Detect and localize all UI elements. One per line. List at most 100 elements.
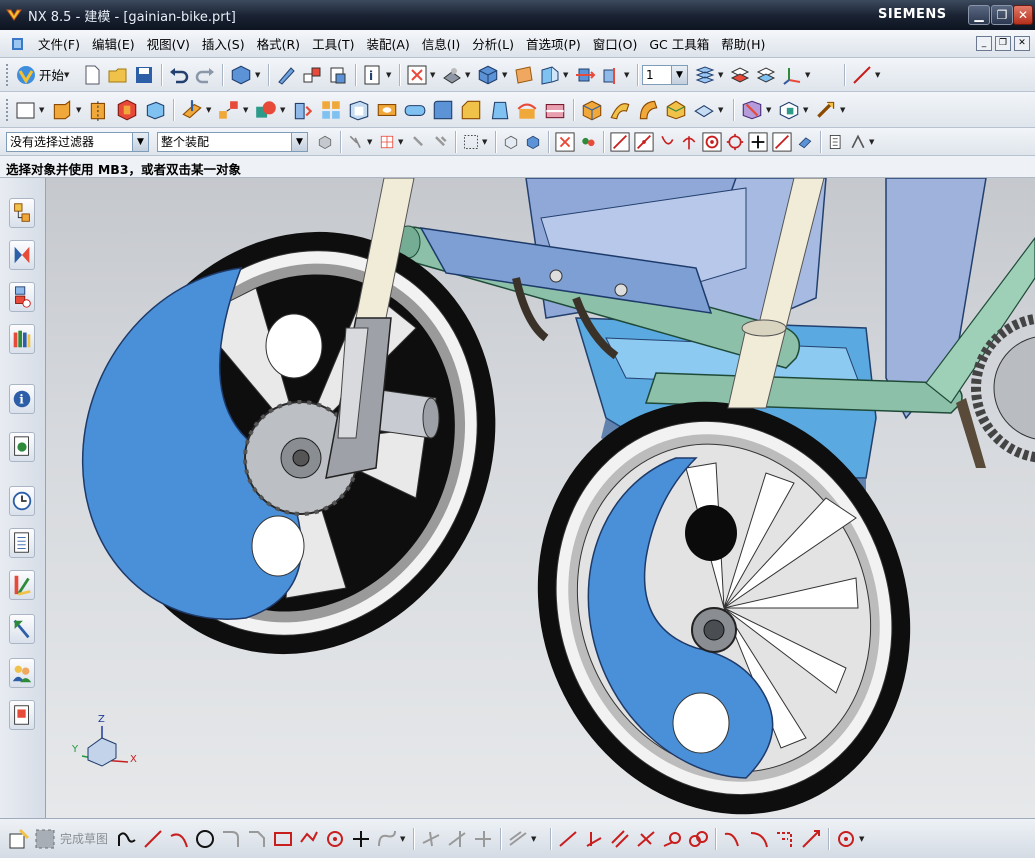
show-constraints-icon[interactable] bbox=[722, 828, 744, 850]
draft-icon[interactable] bbox=[487, 98, 511, 122]
pull-face-icon[interactable] bbox=[814, 98, 838, 122]
bounded-grid-icon[interactable] bbox=[827, 133, 845, 151]
convert-reference-icon[interactable] bbox=[774, 828, 796, 850]
section-view-icon[interactable] bbox=[539, 64, 561, 86]
select-feature-icon[interactable] bbox=[502, 133, 520, 151]
view-orient-icon[interactable] bbox=[406, 64, 428, 86]
sketch-cross-point-icon[interactable] bbox=[350, 828, 372, 850]
show-only-icon[interactable] bbox=[327, 64, 349, 86]
sketch-circle-icon[interactable] bbox=[194, 828, 216, 850]
sweep-icon[interactable] bbox=[608, 98, 632, 122]
layer-settings-icon[interactable] bbox=[694, 64, 716, 86]
undo-icon[interactable] bbox=[168, 64, 190, 86]
synchronous-modeling-icon[interactable] bbox=[740, 98, 764, 122]
snap-point-icon[interactable] bbox=[347, 133, 365, 151]
reuse-library-icon[interactable] bbox=[9, 324, 35, 354]
make-corner-icon[interactable] bbox=[472, 828, 494, 850]
bicycle-model[interactable] bbox=[46, 178, 1035, 818]
sketch-point-icon[interactable] bbox=[324, 828, 346, 850]
mdi-close-button[interactable]: ✕ bbox=[1014, 36, 1030, 51]
sketch-settings-icon[interactable] bbox=[835, 828, 857, 850]
menu-insert[interactable]: 插入(S) bbox=[196, 34, 251, 53]
menu-preferences[interactable]: 首选项(P) bbox=[520, 34, 587, 53]
tangent-constraint-icon[interactable] bbox=[661, 828, 683, 850]
information-icon[interactable]: i bbox=[362, 64, 384, 86]
toolbar-grip[interactable] bbox=[6, 98, 9, 121]
assembly-constraints-icon[interactable] bbox=[600, 64, 622, 86]
sketch-chamfer-icon[interactable] bbox=[246, 828, 268, 850]
manufacturing-wizard-icon[interactable] bbox=[9, 614, 35, 644]
assembly-navigator-icon[interactable] bbox=[9, 198, 35, 228]
system-materials-icon[interactable] bbox=[9, 528, 35, 558]
sketch-line-icon[interactable] bbox=[142, 828, 164, 850]
sketch-task-icon[interactable] bbox=[8, 828, 30, 850]
existing-point-icon[interactable] bbox=[748, 131, 768, 152]
point-on-curve-icon[interactable] bbox=[772, 131, 792, 152]
menu-edit[interactable]: 编辑(E) bbox=[86, 34, 141, 53]
web-browser-icon[interactable] bbox=[9, 432, 35, 462]
datum-plane-icon[interactable] bbox=[180, 98, 204, 122]
snap-grid-icon[interactable] bbox=[579, 133, 597, 151]
close-button[interactable]: ✕ bbox=[1013, 5, 1033, 25]
toolbar-grip[interactable] bbox=[6, 63, 9, 86]
menu-view[interactable]: 视图(V) bbox=[141, 34, 196, 53]
trim-body-icon[interactable] bbox=[515, 98, 539, 122]
wcs-orient-icon[interactable] bbox=[755, 64, 777, 86]
sketch-rectangle-icon[interactable] bbox=[272, 828, 294, 850]
intersection-point-icon[interactable] bbox=[680, 133, 698, 151]
menu-information[interactable]: 信息(I) bbox=[416, 34, 466, 53]
select-all-icon[interactable] bbox=[431, 133, 449, 151]
extrude-icon[interactable] bbox=[50, 98, 74, 122]
geometric-constraint-icon[interactable] bbox=[583, 828, 605, 850]
pattern-feature-icon[interactable] bbox=[319, 98, 343, 122]
restore-button[interactable]: ❐ bbox=[991, 5, 1013, 25]
process-studio-icon[interactable] bbox=[9, 570, 35, 600]
graphics-window[interactable]: Z X Y bbox=[46, 178, 1035, 818]
snap-toggle-icon[interactable] bbox=[555, 131, 575, 152]
line-icon[interactable] bbox=[851, 64, 873, 86]
front-right-wheel[interactable] bbox=[477, 345, 972, 818]
open-folder-icon[interactable] bbox=[107, 64, 129, 86]
system-scenes-icon[interactable] bbox=[9, 700, 35, 730]
shell-icon[interactable] bbox=[347, 98, 371, 122]
sketch-fillet-icon[interactable] bbox=[220, 828, 242, 850]
studio-surface-icon[interactable] bbox=[664, 98, 688, 122]
concentric-constraint-icon[interactable] bbox=[687, 828, 709, 850]
type-filter-combo[interactable]: 没有选择过滤器 ▼ bbox=[6, 131, 149, 152]
background-icon[interactable] bbox=[513, 64, 535, 86]
hd3d-tools-icon[interactable]: i bbox=[9, 384, 35, 414]
move-component-icon[interactable] bbox=[574, 64, 596, 86]
hole-icon[interactable] bbox=[375, 98, 399, 122]
finish-sketch-label[interactable]: 完成草图 bbox=[60, 830, 108, 847]
render-style-icon[interactable] bbox=[441, 64, 463, 86]
finish-sketch-icon[interactable] bbox=[34, 828, 56, 850]
shaded-cube-icon[interactable] bbox=[476, 63, 500, 87]
sketch-polygon-icon[interactable] bbox=[298, 828, 320, 850]
menu-gc-toolkits[interactable]: GC 工具箱 bbox=[643, 34, 715, 53]
menu-format[interactable]: 格式(R) bbox=[251, 34, 306, 53]
menu-window[interactable]: 窗口(O) bbox=[587, 34, 644, 53]
extract-geometry-icon[interactable] bbox=[580, 98, 604, 122]
quadrant-point-icon[interactable] bbox=[726, 133, 744, 151]
minimize-button[interactable]: ▁ bbox=[968, 5, 990, 25]
chamfer-icon[interactable] bbox=[459, 98, 483, 122]
revolve-icon[interactable] bbox=[87, 98, 111, 122]
redo-icon[interactable] bbox=[194, 64, 216, 86]
block-icon[interactable] bbox=[143, 98, 167, 122]
select-body-icon[interactable] bbox=[524, 133, 542, 151]
entire-assembly-icon[interactable] bbox=[316, 133, 334, 151]
sketch-icon[interactable] bbox=[15, 99, 37, 121]
perpendicular-constraint-icon[interactable] bbox=[635, 828, 657, 850]
alternate-solution-icon[interactable] bbox=[800, 828, 822, 850]
menu-help[interactable]: 帮助(H) bbox=[715, 34, 771, 53]
csys-icon[interactable] bbox=[781, 64, 803, 86]
start-menu-button[interactable]: 开始 ▼ bbox=[13, 64, 73, 86]
boss-icon[interactable] bbox=[403, 98, 427, 122]
selection-scope-combo[interactable]: 整个装配 ▼ bbox=[157, 131, 308, 152]
control-point-icon[interactable] bbox=[658, 133, 676, 151]
unite-icon[interactable] bbox=[254, 98, 278, 122]
save-icon[interactable] bbox=[133, 64, 155, 86]
mdi-restore-button[interactable]: ❐ bbox=[995, 36, 1011, 51]
end-point-icon[interactable] bbox=[610, 131, 630, 152]
quick-pick-icon[interactable] bbox=[409, 133, 427, 151]
